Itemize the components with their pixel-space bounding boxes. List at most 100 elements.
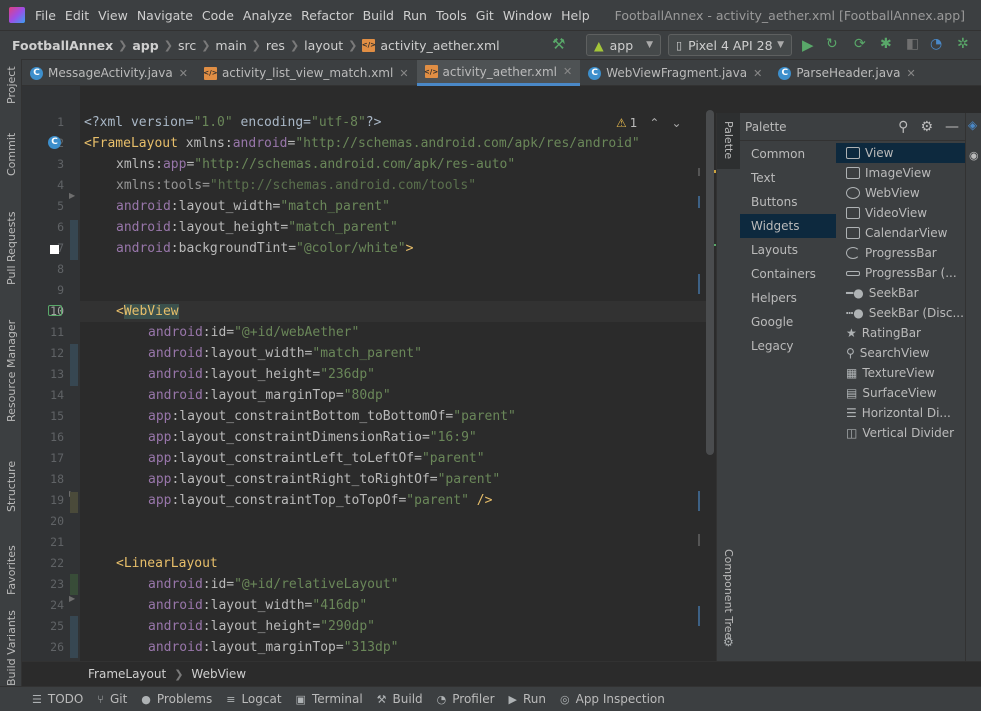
bug-icon[interactable]: ✲ [957, 36, 969, 52]
tab-activity-list-view-match[interactable]: </> activity_list_view_match.xml ✕ [196, 60, 417, 86]
palette-category-helpers[interactable]: Helpers [740, 286, 836, 310]
palette-widget-videoview[interactable]: VideoView [836, 203, 965, 223]
component-tree-tool-button[interactable]: Component Tree [722, 549, 735, 639]
crumb-layout[interactable]: layout [304, 38, 343, 53]
palette-category-containers[interactable]: Containers [740, 262, 836, 286]
java-class-icon[interactable]: C [48, 136, 61, 149]
code-line-4: xmlns:tools="http://schemas.android.com/… [116, 178, 477, 193]
fold-icon[interactable]: ▶ [69, 191, 75, 200]
chevron-down-icon[interactable]: ⌄ [671, 116, 681, 130]
close-icon[interactable]: ✕ [563, 65, 572, 78]
palette-widget-imageview[interactable]: ImageView [836, 163, 965, 183]
profiler-tool-button[interactable]: ◔ Profiler [437, 692, 495, 706]
crumb-project[interactable]: FootballAnnex [12, 38, 113, 53]
resource-manager-tool-button[interactable]: Resource Manager [5, 320, 18, 422]
problems-tool-button[interactable]: ● Problems [141, 692, 212, 706]
inspection-widget[interactable]: ⚠ 1 ⌃ ⌄ [616, 116, 682, 130]
palette-category-buttons[interactable]: Buttons [740, 190, 836, 214]
hammer-icon[interactable]: ⚒ [552, 35, 565, 53]
palette-widget-ratingbar[interactable]: ★ RatingBar [836, 323, 965, 343]
todo-tool-button[interactable]: ☰ TODO [32, 692, 83, 706]
color-swatch-icon[interactable] [50, 245, 59, 254]
palette-widget-surfaceview[interactable]: ▤ SurfaceView [836, 383, 965, 403]
run-tool-button[interactable]: ▶ Run [509, 692, 546, 706]
palette-category-google[interactable]: Google [740, 310, 836, 334]
palette-widget-progressbar[interactable]: ProgressBar [836, 243, 965, 263]
structure-tool-button[interactable]: Structure [5, 461, 18, 512]
eye-icon[interactable]: ◉ [969, 149, 979, 162]
device-select[interactable]: ▯ Pixel 4 API 28 ▼ [668, 34, 792, 56]
crumb-framelayout[interactable]: FrameLayout [88, 667, 166, 681]
palette-widget-searchview[interactable]: ⚲ SearchView [836, 343, 965, 363]
minimize-icon[interactable]: — [945, 119, 959, 135]
pull-requests-tool-button[interactable]: Pull Requests [5, 212, 18, 285]
close-icon[interactable]: ✕ [399, 67, 408, 80]
profile-icon[interactable]: ◔ [930, 36, 942, 52]
palette-widget-vertical-divider[interactable]: ◫ Vertical Divider [836, 423, 965, 443]
menu-navigate[interactable]: Navigate [137, 8, 193, 23]
tab-message-activity[interactable]: C MessageActivity.java ✕ [22, 60, 196, 86]
menu-window[interactable]: Window [503, 8, 552, 23]
attach-debugger-icon[interactable]: ◧ [906, 36, 919, 52]
palette-widget-progressbar-horizontal[interactable]: ProgressBar (... [836, 263, 965, 283]
menu-git[interactable]: Git [476, 8, 494, 23]
tab-parse-header[interactable]: C ParseHeader.java ✕ [770, 60, 923, 86]
menu-code[interactable]: Code [202, 8, 234, 23]
code-editor[interactable]: <?xml version="1.0" encoding="utf-8"?> <… [80, 86, 714, 661]
menu-tools[interactable]: Tools [436, 8, 467, 23]
menu-run[interactable]: Run [403, 8, 427, 23]
run-config-select[interactable]: ▲ app ▼ [586, 34, 661, 56]
commit-tool-button[interactable]: Commit [5, 133, 18, 176]
palette-category-common[interactable]: Common [740, 142, 836, 166]
apply-changes-icon[interactable]: ↻ [826, 36, 838, 52]
chevron-up-icon[interactable]: ⌃ [649, 116, 659, 130]
vertical-scrollbar[interactable] [706, 110, 714, 455]
favorites-tool-button[interactable]: Favorites [5, 545, 18, 595]
close-icon[interactable]: ✕ [907, 67, 916, 80]
build-variants-tool-button[interactable]: Build Variants [5, 610, 18, 686]
layers-icon[interactable]: ◈ [968, 118, 977, 132]
crumb-src[interactable]: src [178, 38, 196, 53]
palette-widget-webview[interactable]: WebView [836, 183, 965, 203]
build-tool-button[interactable]: ⚒ Build [377, 692, 423, 706]
palette-category-widgets[interactable]: Widgets [740, 214, 836, 238]
logcat-tool-button[interactable]: ≡ Logcat [226, 692, 281, 706]
git-tool-button[interactable]: ⑂ Git [97, 692, 127, 706]
menu-analyze[interactable]: Analyze [243, 8, 292, 23]
terminal-tool-button[interactable]: ▣ Terminal [296, 692, 363, 706]
tab-activity-aether[interactable]: </> activity_aether.xml ✕ [416, 60, 581, 86]
run-icon[interactable]: ▶ [802, 36, 814, 54]
menu-refactor[interactable]: Refactor [301, 8, 353, 23]
crumb-main[interactable]: main [215, 38, 246, 53]
search-icon[interactable]: ⚲ [898, 119, 908, 135]
palette-tool-button[interactable]: Palette [722, 121, 735, 159]
debug-icon[interactable]: ✱ [880, 36, 892, 52]
apply-code-changes-icon[interactable]: ⟳ [854, 36, 866, 52]
menu-build[interactable]: Build [363, 8, 394, 23]
fold-icon[interactable]: ▶ [69, 594, 75, 603]
menu-view[interactable]: View [98, 8, 128, 23]
palette-category-layouts[interactable]: Layouts [740, 238, 836, 262]
menu-help[interactable]: Help [561, 8, 590, 23]
palette-widget-seekbar-discrete[interactable]: ┅● SeekBar (Disc... [836, 303, 965, 323]
comment-icon[interactable] [48, 305, 62, 316]
palette-category-text[interactable]: Text [740, 166, 836, 190]
palette-widget-calendarview[interactable]: CalendarView [836, 223, 965, 243]
crumb-webview[interactable]: WebView [191, 667, 246, 681]
palette-widget-view[interactable]: View [836, 143, 965, 163]
palette-widget-horizontal-divider[interactable]: ☰ Horizontal Di... [836, 403, 965, 423]
palette-widget-textureview[interactable]: ▦ TextureView [836, 363, 965, 383]
gear-icon[interactable]: ⚙ [920, 119, 933, 135]
palette-category-legacy[interactable]: Legacy [740, 334, 836, 358]
close-icon[interactable]: ✕ [753, 67, 762, 80]
menu-edit[interactable]: Edit [65, 8, 89, 23]
tab-webview-fragment[interactable]: C WebViewFragment.java ✕ [580, 60, 770, 86]
palette-widget-seekbar[interactable]: ━● SeekBar [836, 283, 965, 303]
project-tool-button[interactable]: Project [5, 66, 18, 104]
crumb-file[interactable]: activity_aether.xml [380, 38, 499, 53]
close-icon[interactable]: ✕ [179, 67, 188, 80]
crumb-module[interactable]: app [132, 38, 158, 53]
app-inspection-tool-button[interactable]: ◎ App Inspection [560, 692, 665, 706]
menu-file[interactable]: File [35, 8, 56, 23]
crumb-res[interactable]: res [266, 38, 285, 53]
